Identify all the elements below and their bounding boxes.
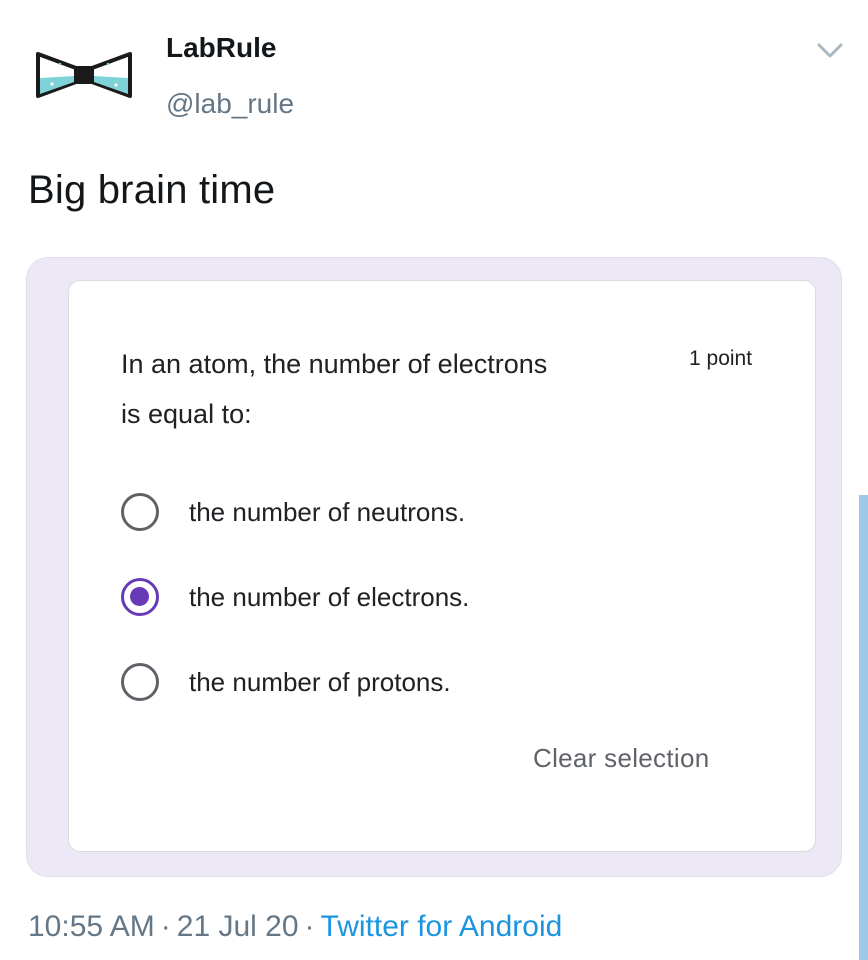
author-display-name[interactable]: LabRule <box>166 32 276 64</box>
tweet-text: Big brain time <box>28 168 276 212</box>
tweet-menu-button[interactable] <box>816 40 844 62</box>
question-line-1: In an atom, the number of electrons <box>121 349 548 379</box>
points-label: 1 point <box>689 347 753 370</box>
tweet: LabRule @lab_rule Big brain time In an a… <box>0 0 868 960</box>
radio-unchecked-icon[interactable] <box>121 663 159 701</box>
radio-selected-dot <box>130 587 149 606</box>
scrollbar[interactable] <box>859 495 868 960</box>
radio-unchecked-icon[interactable] <box>121 493 159 531</box>
option-neutrons[interactable]: the number of neutrons. <box>121 487 681 535</box>
radio-checked-icon[interactable] <box>121 578 159 616</box>
option-label: the number of electrons. <box>189 582 470 612</box>
meta-separator: · <box>304 910 315 943</box>
tweet-meta: 10:55 AM · 21 Jul 20 · Twitter for Android <box>28 910 562 944</box>
tweet-source-link[interactable]: Twitter for Android <box>321 910 563 943</box>
option-electrons[interactable]: the number of electrons. <box>121 572 681 620</box>
option-protons[interactable]: the number of protons. <box>121 657 681 705</box>
clear-selection-button[interactable]: Clear selection <box>533 743 709 774</box>
tweet-date[interactable]: 21 Jul 20 <box>177 910 299 943</box>
option-label: the number of protons. <box>189 667 451 697</box>
quiz-question-card: In an atom, the number of electrons is e… <box>68 280 816 852</box>
author-handle[interactable]: @lab_rule <box>166 88 294 120</box>
option-label: the number of neutrons. <box>189 497 466 527</box>
meta-separator: · <box>160 910 171 943</box>
chevron-down-icon <box>817 43 843 58</box>
question-text: In an atom, the number of electrons is e… <box>121 339 681 439</box>
question-line-2: is equal to: <box>121 399 252 429</box>
bow-tie-flask-logo-icon <box>36 52 132 98</box>
avatar[interactable] <box>34 40 134 104</box>
tweet-time[interactable]: 10:55 AM <box>28 910 155 943</box>
